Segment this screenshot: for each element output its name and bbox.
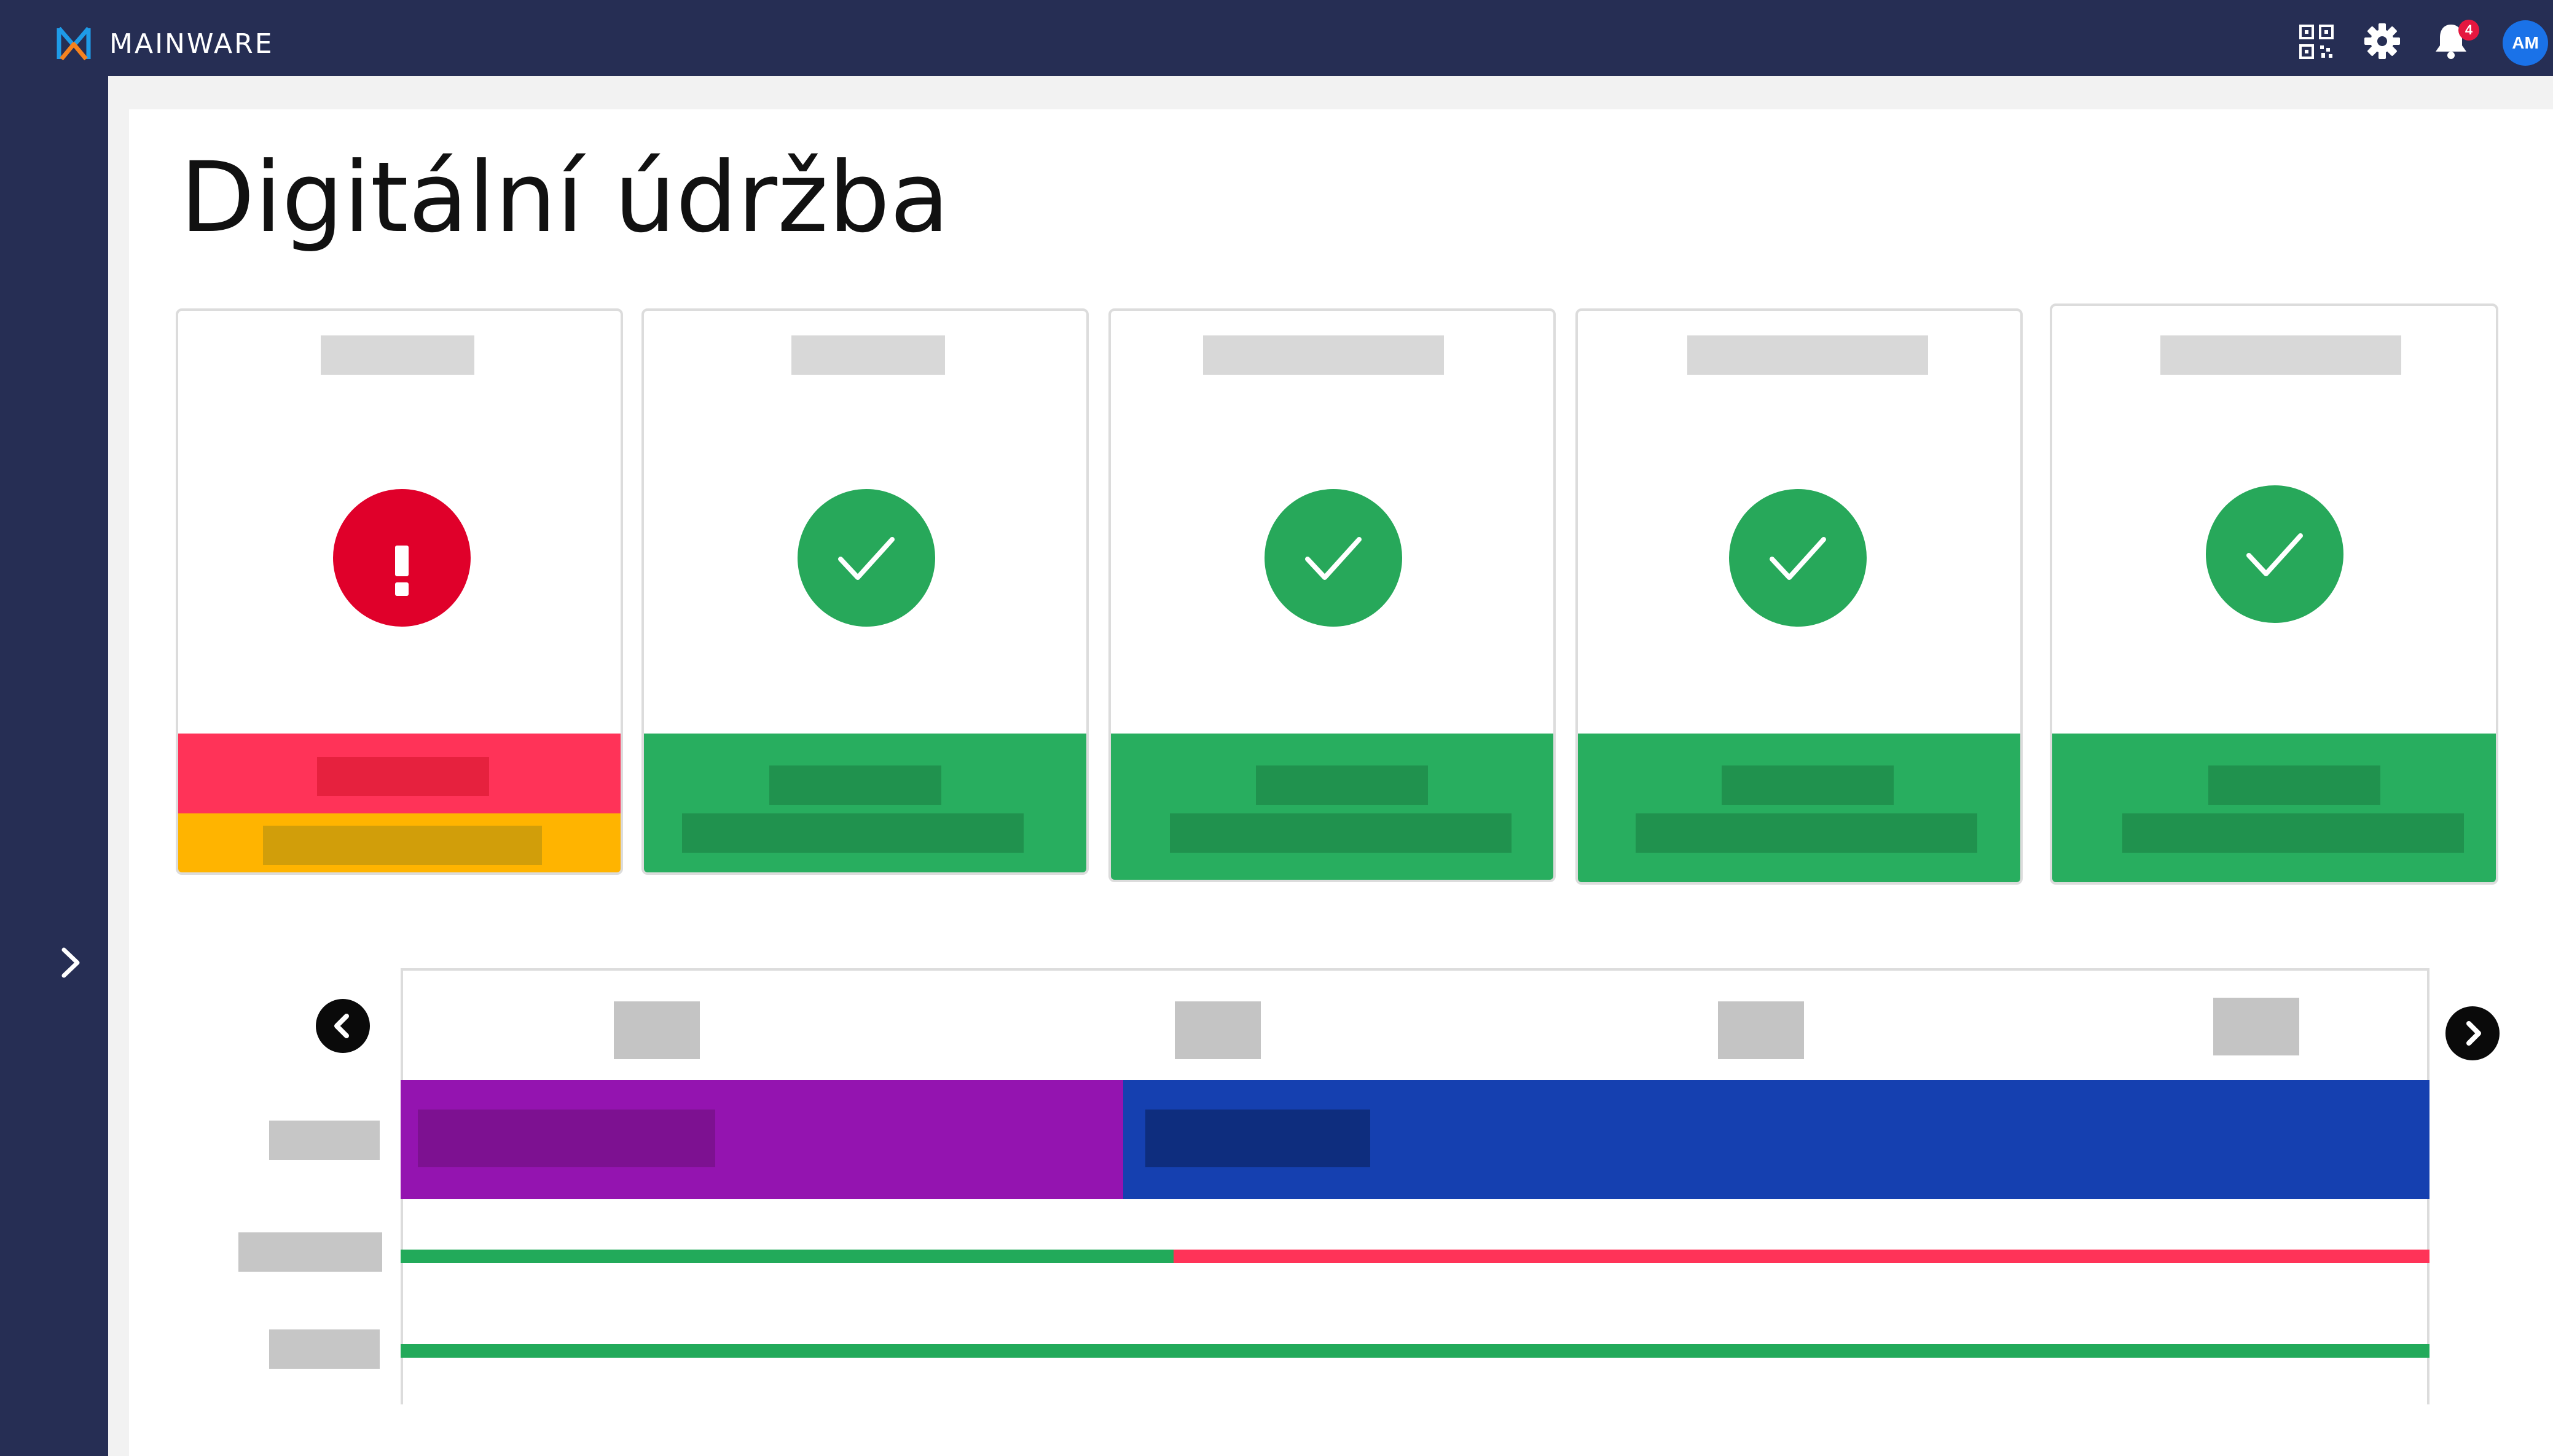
ok-status-circle [798, 489, 935, 627]
timeline-next-button[interactable] [2445, 1006, 2500, 1060]
top-bar: MAINWARE 4 AM [0, 0, 2553, 76]
footer-text-placeholder [1722, 765, 1894, 805]
error-status-circle [333, 489, 471, 627]
card-title-placeholder [321, 335, 474, 375]
status-card[interactable] [176, 308, 623, 875]
card-footer-ok [644, 734, 1086, 872]
timeline-row-label [238, 1232, 382, 1272]
qr-code-icon[interactable] [2298, 23, 2335, 60]
card-footer-warning [178, 813, 621, 872]
segment-label-placeholder [418, 1110, 715, 1167]
timeline-prev-button[interactable] [316, 999, 370, 1053]
checkmark-icon [2246, 533, 2303, 576]
card-title-placeholder [791, 335, 945, 375]
checkmark-icon [838, 537, 895, 580]
card-title-placeholder [1203, 335, 1444, 375]
chevron-right-icon [2466, 1021, 2481, 1046]
notification-badge: 4 [2458, 20, 2479, 41]
sidebar [0, 76, 108, 1456]
gear-icon[interactable] [2363, 22, 2401, 60]
card-footer-error [178, 734, 621, 813]
status-card[interactable] [1108, 308, 1556, 882]
timeline-border [401, 968, 2429, 971]
page-title: Digitální údržba [180, 141, 950, 254]
ok-status-circle [2206, 485, 2343, 623]
user-avatar[interactable]: AM [2503, 20, 2548, 66]
footer-text-placeholder [769, 765, 941, 805]
status-card[interactable] [1575, 308, 2023, 885]
checkmark-icon [1770, 537, 1826, 580]
timeline-date-label [1718, 1001, 1804, 1059]
chevron-right-icon[interactable] [49, 941, 92, 984]
brand-name: MAINWARE [109, 28, 274, 60]
timeline-chart [401, 968, 2429, 1404]
footer-text-placeholder [1636, 813, 1977, 853]
card-title-placeholder [2160, 335, 2401, 375]
exclamation-icon [395, 546, 409, 596]
segment-label-placeholder [1145, 1110, 1370, 1167]
footer-text-placeholder [317, 757, 489, 796]
footer-text-placeholder [2122, 813, 2464, 853]
chevron-left-icon [334, 1014, 349, 1038]
footer-text-placeholder [1256, 765, 1428, 805]
timeline-row-label [269, 1121, 380, 1160]
timeline-segment[interactable] [401, 1080, 1123, 1199]
timeline-date-label [1175, 1001, 1261, 1059]
timeline-segment[interactable] [1174, 1250, 2429, 1263]
checkmark-icon [1305, 537, 1362, 580]
ok-status-circle [1729, 489, 1867, 627]
status-card[interactable] [2050, 303, 2498, 885]
timeline-segment[interactable] [401, 1250, 1174, 1263]
ok-status-circle [1265, 489, 1402, 627]
footer-text-placeholder [1170, 813, 1512, 853]
timeline-date-label [614, 1001, 700, 1059]
mainware-logo-icon[interactable] [55, 25, 92, 63]
footer-text-placeholder [682, 813, 1024, 853]
timeline-row-label [269, 1329, 380, 1369]
status-card[interactable] [641, 308, 1089, 875]
timeline-segment[interactable] [1123, 1080, 2429, 1199]
card-footer-ok [1578, 734, 2020, 882]
card-footer-ok [1111, 734, 1553, 880]
card-title-placeholder [1687, 335, 1928, 375]
timeline-segment[interactable] [401, 1344, 2429, 1358]
card-footer-ok [2052, 734, 2496, 882]
footer-text-placeholder [263, 826, 542, 865]
footer-text-placeholder [2208, 765, 2380, 805]
timeline-date-label [2213, 998, 2299, 1055]
